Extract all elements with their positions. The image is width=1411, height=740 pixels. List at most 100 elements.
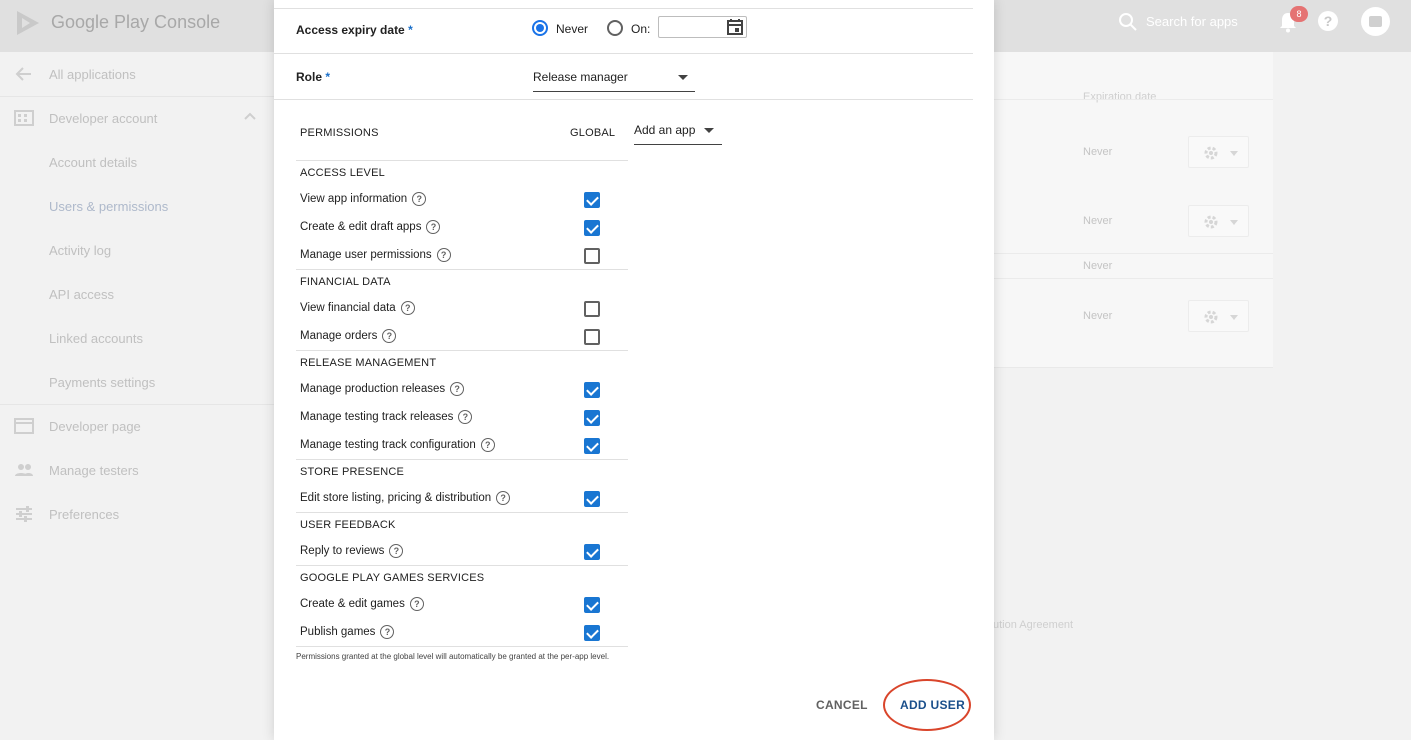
chevron-down-icon <box>1230 220 1238 225</box>
calendar-icon[interactable] <box>726 18 744 36</box>
sidebar-item-payments-settings[interactable]: Payments settings <box>0 360 274 404</box>
role-select[interactable]: Release manager <box>533 70 695 92</box>
permissions-note: Permissions granted at the global level … <box>296 652 610 661</box>
radio-on-date-label[interactable]: On: <box>631 22 650 36</box>
chevron-down-icon <box>1230 315 1238 320</box>
tune-icon <box>16 506 32 522</box>
chevron-down-icon <box>1230 151 1238 156</box>
add-app-select[interactable]: Add an app <box>634 123 722 145</box>
perm-create-edit-draft-apps: Create & edit draft apps? <box>300 220 441 234</box>
app-title: Google Play Console <box>51 12 221 32</box>
help-circle-icon[interactable]: ? <box>409 597 424 611</box>
divider <box>274 53 973 54</box>
sidebar-item-activity-log[interactable]: Activity log <box>0 228 274 272</box>
help-circle-icon[interactable]: ? <box>436 248 451 262</box>
perm-manage-user-permissions: Manage user permissions? <box>300 248 451 262</box>
checkbox-edit-store-listing[interactable] <box>584 491 600 507</box>
table-cell-expiry: Never <box>1083 260 1113 272</box>
chevron-up-icon[interactable] <box>244 112 256 120</box>
dropdown-arrow-icon <box>678 75 688 80</box>
perm-reply-to-reviews: Reply to reviews? <box>300 544 404 558</box>
table-row-divider <box>994 278 1273 279</box>
perm-edit-store-listing: Edit store listing, pricing & distributi… <box>300 491 511 505</box>
dropdown-arrow-icon <box>704 128 714 133</box>
business-icon <box>14 110 34 126</box>
checkbox-manage-production-releases[interactable] <box>584 382 600 398</box>
row-settings-button[interactable] <box>1188 136 1249 168</box>
sidebar-item-linked-accounts[interactable]: Linked accounts <box>0 316 274 360</box>
table-row-divider <box>994 99 1273 100</box>
people-icon <box>15 464 33 476</box>
perm-manage-orders: Manage orders? <box>300 329 397 343</box>
sidebar-item-preferences[interactable]: Preferences <box>0 492 274 536</box>
sidebar-item-developer-account[interactable]: Developer account <box>0 96 274 140</box>
sidebar: All applications Developer account Accou… <box>0 52 274 740</box>
help-circle-icon[interactable]: ? <box>412 192 427 206</box>
table-cell-expiry: Never <box>1083 215 1113 227</box>
divider <box>296 565 628 566</box>
cancel-button[interactable]: CANCEL <box>816 698 868 712</box>
permissions-column-header: PERMISSIONS <box>300 127 379 139</box>
search-input[interactable]: Search for apps <box>1146 14 1238 29</box>
checkbox-manage-testing-track-configuration[interactable] <box>584 438 600 454</box>
divider <box>296 512 628 513</box>
sidebar-item-developer-page[interactable]: Developer page <box>0 404 274 448</box>
account-avatar[interactable] <box>1361 7 1390 36</box>
group-release-management: RELEASE MANAGEMENT <box>300 357 437 369</box>
checkbox-manage-orders[interactable] <box>584 329 600 345</box>
radio-never[interactable] <box>532 20 548 36</box>
help-circle-icon[interactable]: ? <box>480 438 495 452</box>
arrow-back-icon <box>15 67 31 81</box>
help-circle-icon[interactable]: ? <box>450 382 465 396</box>
add-user-dialog: Access expiry date * Never On: Role * Re… <box>274 0 994 740</box>
group-financial-data: FINANCIAL DATA <box>300 276 391 288</box>
help-icon[interactable]: ? <box>1318 11 1338 31</box>
access-expiry-label: Access expiry date * <box>296 23 413 37</box>
group-store-presence: STORE PRESENCE <box>300 466 405 478</box>
notification-count-badge: 8 <box>1290 6 1308 22</box>
add-app-label: Add an app <box>634 123 696 137</box>
sidebar-item-manage-testers[interactable]: Manage testers <box>0 448 274 492</box>
perm-manage-production-releases: Manage production releases? <box>300 382 465 396</box>
perm-manage-testing-track-releases: Manage testing track releases? <box>300 410 473 424</box>
help-circle-icon[interactable]: ? <box>426 220 441 234</box>
help-circle-icon[interactable]: ? <box>382 329 397 343</box>
divider <box>274 99 973 100</box>
checkbox-create-edit-draft-apps[interactable] <box>584 220 600 236</box>
divider <box>296 646 628 647</box>
sidebar-item-all-applications[interactable]: All applications <box>0 52 274 96</box>
help-circle-icon[interactable]: ? <box>389 544 404 558</box>
help-circle-icon[interactable]: ? <box>458 410 473 424</box>
group-user-feedback: USER FEEDBACK <box>300 519 396 531</box>
table-cell-expiry: Never <box>1083 310 1113 322</box>
help-circle-icon[interactable]: ? <box>380 625 395 639</box>
checkbox-view-app-information[interactable] <box>584 192 600 208</box>
sidebar-item-users-permissions[interactable]: Users & permissions <box>0 184 274 228</box>
checkbox-publish-games[interactable] <box>584 625 600 641</box>
web-icon <box>14 418 34 434</box>
gear-icon <box>1204 146 1218 160</box>
perm-view-financial-data: View financial data? <box>300 301 415 315</box>
checkbox-manage-user-permissions[interactable] <box>584 248 600 264</box>
radio-on-date[interactable] <box>607 20 623 36</box>
help-circle-icon[interactable]: ? <box>496 491 511 505</box>
role-select-value: Release manager <box>533 70 628 84</box>
checkbox-manage-testing-track-releases[interactable] <box>584 410 600 426</box>
footer-link[interactable]: ution Agreement <box>993 619 1073 631</box>
perm-manage-testing-track-configuration: Manage testing track configuration? <box>300 438 495 452</box>
table-cell-expiry: Never <box>1083 146 1113 158</box>
checkbox-create-edit-games[interactable] <box>584 597 600 613</box>
sidebar-item-account-details[interactable]: Account details <box>0 140 274 184</box>
radio-never-label[interactable]: Never <box>556 22 588 36</box>
checkbox-reply-to-reviews[interactable] <box>584 544 600 560</box>
group-access-level: ACCESS LEVEL <box>300 167 385 179</box>
search-icon[interactable] <box>1118 12 1138 32</box>
sidebar-item-api-access[interactable]: API access <box>0 272 274 316</box>
help-circle-icon[interactable]: ? <box>400 301 415 315</box>
divider <box>296 269 628 270</box>
divider <box>296 160 628 161</box>
row-settings-button[interactable] <box>1188 300 1249 332</box>
row-settings-button[interactable] <box>1188 205 1249 237</box>
checkbox-view-financial-data[interactable] <box>584 301 600 317</box>
divider <box>296 350 628 351</box>
